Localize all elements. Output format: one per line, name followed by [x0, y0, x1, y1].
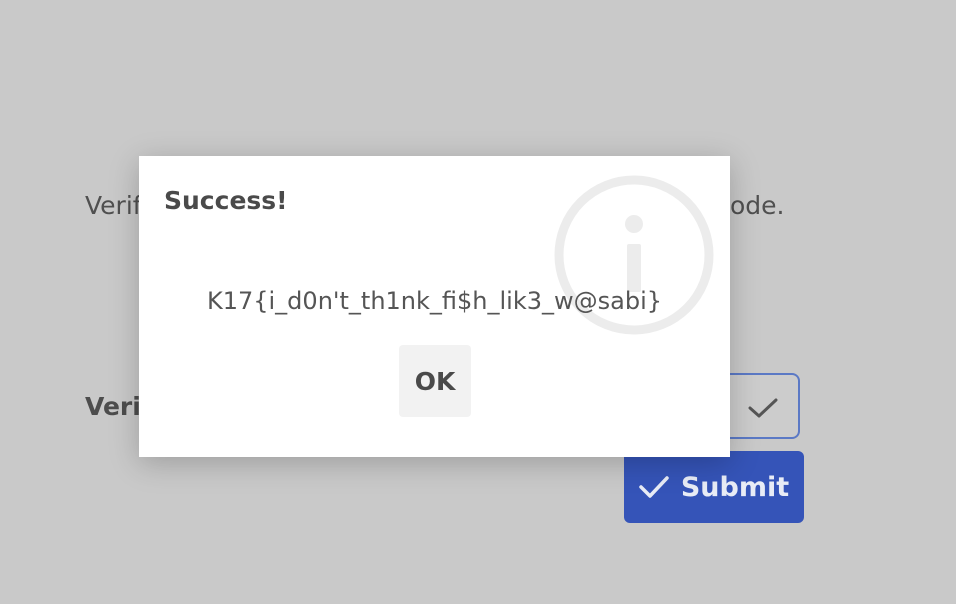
dialog-title: Success!: [164, 186, 288, 215]
ok-button[interactable]: OK: [399, 345, 471, 417]
success-dialog: Success! K17{i_d0n't_th1nk_fi$h_lik3_w@s…: [139, 156, 730, 457]
instruction-text-start: Verif: [85, 191, 142, 220]
submit-button[interactable]: Submit: [624, 451, 804, 523]
instruction-text-end: ode.: [730, 191, 785, 220]
check-icon: [639, 476, 669, 498]
submit-button-label: Submit: [680, 471, 790, 503]
checkmark-icon: [748, 398, 778, 418]
dialog-message: K17{i_d0n't_th1nk_fi$h_lik3_w@sabi}: [206, 287, 663, 315]
